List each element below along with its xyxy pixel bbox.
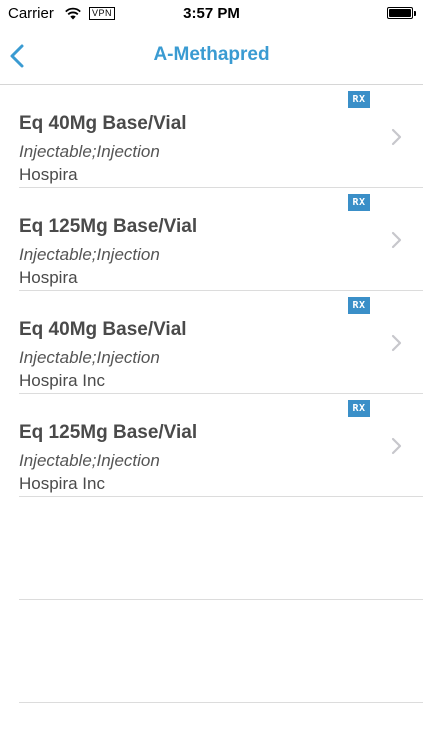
item-form: Injectable;Injection (19, 142, 160, 161)
clock: 3:57 PM (183, 5, 240, 22)
item-company: Hospira Inc (19, 371, 105, 390)
item-form: Injectable;Injection (19, 348, 160, 367)
chevron-right-icon (391, 437, 402, 455)
item-form: Injectable;Injection (19, 245, 160, 264)
item-company: Hospira Inc (19, 474, 105, 493)
empty-row (19, 600, 423, 703)
chevron-right-icon (391, 334, 402, 352)
chevron-right-icon (391, 231, 402, 249)
battery-nub (414, 11, 416, 16)
item-title: Eq 40Mg Base/Vial (19, 113, 187, 134)
page-title: A-Methapred (153, 44, 270, 65)
battery-icon (387, 7, 416, 19)
drug-list: RX Eq 40Mg Base/Vial Injectable;Injectio… (0, 85, 423, 703)
item-title: Eq 40Mg Base/Vial (19, 319, 187, 340)
list-item[interactable]: RX Eq 40Mg Base/Vial Injectable;Injectio… (19, 85, 423, 188)
rx-badge: RX (348, 194, 370, 211)
rx-badge: RX (348, 91, 370, 108)
rx-badge: RX (348, 400, 370, 417)
list-item[interactable]: RX Eq 125Mg Base/Vial Injectable;Injecti… (19, 188, 423, 291)
status-bar: Carrier VPN 3:57 PM (0, 0, 423, 28)
item-form: Injectable;Injection (19, 451, 160, 470)
item-company: Hospira (19, 165, 78, 184)
rx-badge: RX (348, 297, 370, 314)
chevron-right-icon (391, 128, 402, 146)
empty-row (19, 497, 423, 600)
list-item[interactable]: RX Eq 40Mg Base/Vial Injectable;Injectio… (19, 291, 423, 394)
list-item[interactable]: RX Eq 125Mg Base/Vial Injectable;Injecti… (19, 394, 423, 497)
item-title: Eq 125Mg Base/Vial (19, 422, 198, 443)
item-title: Eq 125Mg Base/Vial (19, 216, 198, 237)
battery-fill (389, 9, 411, 17)
item-company: Hospira (19, 268, 78, 287)
navigation-bar: A-Methapred (0, 28, 423, 85)
